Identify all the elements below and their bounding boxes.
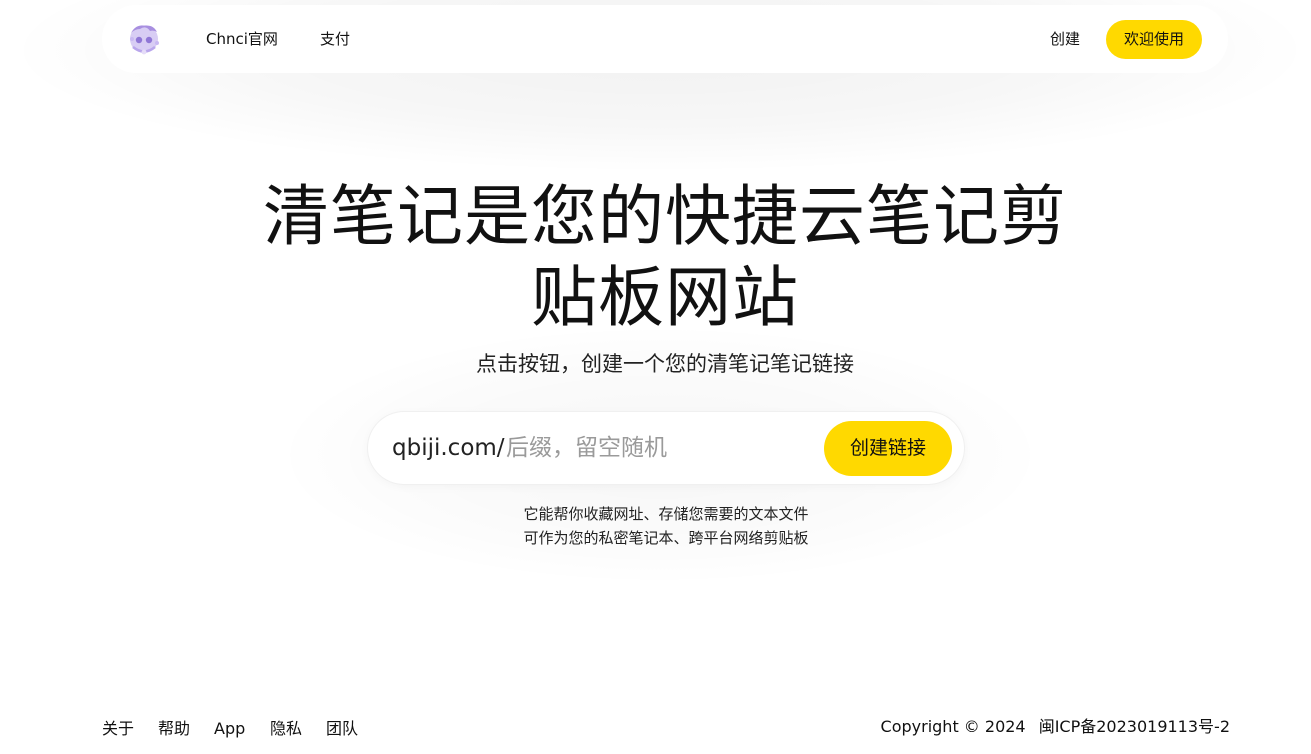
- copyright-text: Copyright © 2024: [880, 717, 1026, 736]
- page: Chnci官网 支付 创建 欢迎使用 清笔记是您的快捷云笔记剪贴板网站 点击按钮…: [0, 0, 1311, 754]
- create-link-form: qbiji.com/ 创建链接: [368, 412, 964, 484]
- welcome-button[interactable]: 欢迎使用: [1106, 20, 1202, 59]
- footer-link-about[interactable]: 关于: [102, 718, 134, 740]
- create-link-button[interactable]: 创建链接: [824, 421, 952, 476]
- logo-icon[interactable]: [124, 19, 164, 59]
- footer-copyright: Copyright © 2024 闽ICP备2023019113号-2: [881, 716, 1230, 738]
- description-line-1: 它能帮你收藏网址、存储您需要的文本文件: [523, 505, 809, 523]
- hero-subtitle: 点击按钮，创建一个您的清笔记笔记链接: [476, 352, 854, 376]
- suffix-input[interactable]: [506, 430, 806, 466]
- footer-link-privacy[interactable]: 隐私: [270, 718, 302, 740]
- description: 它能帮你收藏网址、存储您需要的文本文件 可作为您的私密笔记本、跨平台网络剪贴板: [416, 502, 916, 550]
- url-prefix: qbiji.com/: [392, 435, 505, 461]
- page-title: 清笔记是您的快捷云笔记剪贴板网站: [263, 178, 1067, 336]
- nav-link-create[interactable]: 创建: [1050, 29, 1080, 49]
- footer-link-help[interactable]: 帮助: [158, 718, 190, 740]
- icp-number[interactable]: 闽ICP备2023019113号-2: [1039, 717, 1230, 736]
- nav-link-chnci-official[interactable]: Chnci官网: [206, 29, 278, 49]
- nav-link-pay[interactable]: 支付: [320, 29, 350, 49]
- footer-link-team[interactable]: 团队: [326, 718, 358, 740]
- footer-link-app[interactable]: App: [214, 718, 245, 740]
- description-line-2: 可作为您的私密笔记本、跨平台网络剪贴板: [523, 529, 809, 547]
- top-navbar: Chnci官网 支付 创建 欢迎使用: [102, 5, 1228, 73]
